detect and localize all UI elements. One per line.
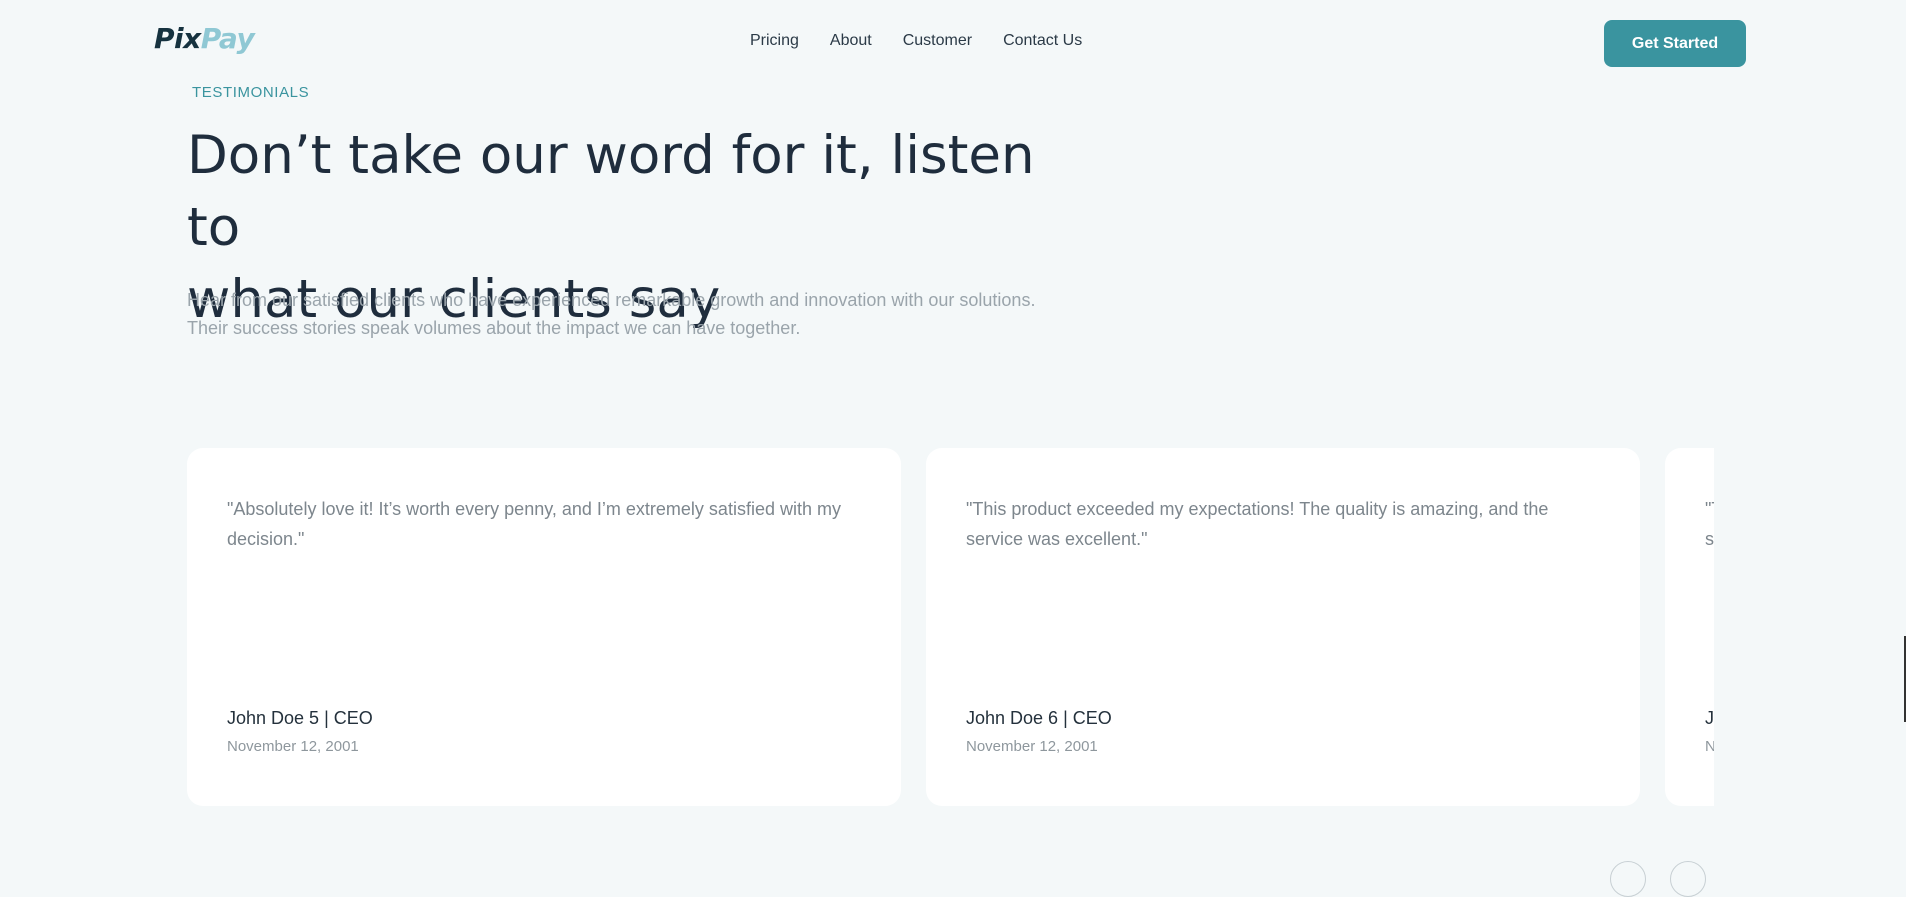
nav-link-customer[interactable]: Customer	[903, 32, 972, 50]
testimonial-quote: "This product exceeded my expectations! …	[966, 494, 1606, 554]
carousel-prev-button[interactable]	[1610, 861, 1646, 897]
subtext-line-1: Hear from our satisfied clients who have…	[187, 290, 1036, 310]
section-subtext: Hear from our satisfied clients who have…	[187, 286, 1107, 342]
testimonial-author: J	[1705, 708, 1714, 728]
page-scrollbar[interactable]	[1902, 0, 1906, 867]
logo-text-pay: Pay	[200, 22, 255, 55]
quote-line-1: "This product exceeded my expectations! …	[966, 499, 1549, 519]
site-header: PixPay Pricing About Customer Contact Us…	[0, 0, 1906, 84]
quote-line-2: service was excellent."	[966, 529, 1148, 549]
testimonial-date: November 12, 2001	[227, 738, 359, 755]
quote-line-1: "Absolutely love it! It’s worth every pe…	[227, 499, 841, 519]
nav-link-contact-us[interactable]: Contact Us	[1003, 32, 1082, 50]
subtext-line-2: Their success stories speak volumes abou…	[187, 318, 801, 338]
section-eyebrow: TESTIMONIALS	[192, 84, 310, 101]
testimonial-card: "Absolutely love it! It’s worth every pe…	[187, 448, 901, 806]
testimonial-quote: "Absolutely love it! It’s worth every pe…	[227, 494, 867, 554]
nav-link-about[interactable]: About	[830, 32, 872, 50]
pixpay-logo[interactable]: PixPay	[154, 22, 255, 55]
testimonial-card-partial: "T s J N	[1665, 448, 1714, 806]
headline-line-1: Don’t take our word for it, listen to	[187, 125, 1035, 258]
quote-line-2: s	[1705, 529, 1714, 549]
testimonial-author: John Doe 5 | CEO	[227, 708, 373, 728]
logo-text-pix: Pix	[154, 22, 201, 55]
testimonial-quote: "T s	[1705, 494, 1714, 554]
nav-link-pricing[interactable]: Pricing	[750, 32, 799, 50]
testimonial-card: "This product exceeded my expectations! …	[926, 448, 1640, 806]
testimonial-author: John Doe 6 | CEO	[966, 708, 1112, 728]
carousel-next-button[interactable]	[1670, 861, 1706, 897]
testimonial-carousel[interactable]: "Absolutely love it! It’s worth every pe…	[187, 448, 1714, 806]
quote-line-2: decision."	[227, 529, 305, 549]
testimonial-date: N	[1705, 738, 1714, 755]
main-nav: Pricing About Customer Contact Us	[750, 32, 1082, 50]
testimonial-date: November 12, 2001	[966, 738, 1098, 755]
quote-line-1: "T	[1705, 499, 1714, 519]
get-started-button[interactable]: Get Started	[1604, 20, 1746, 67]
